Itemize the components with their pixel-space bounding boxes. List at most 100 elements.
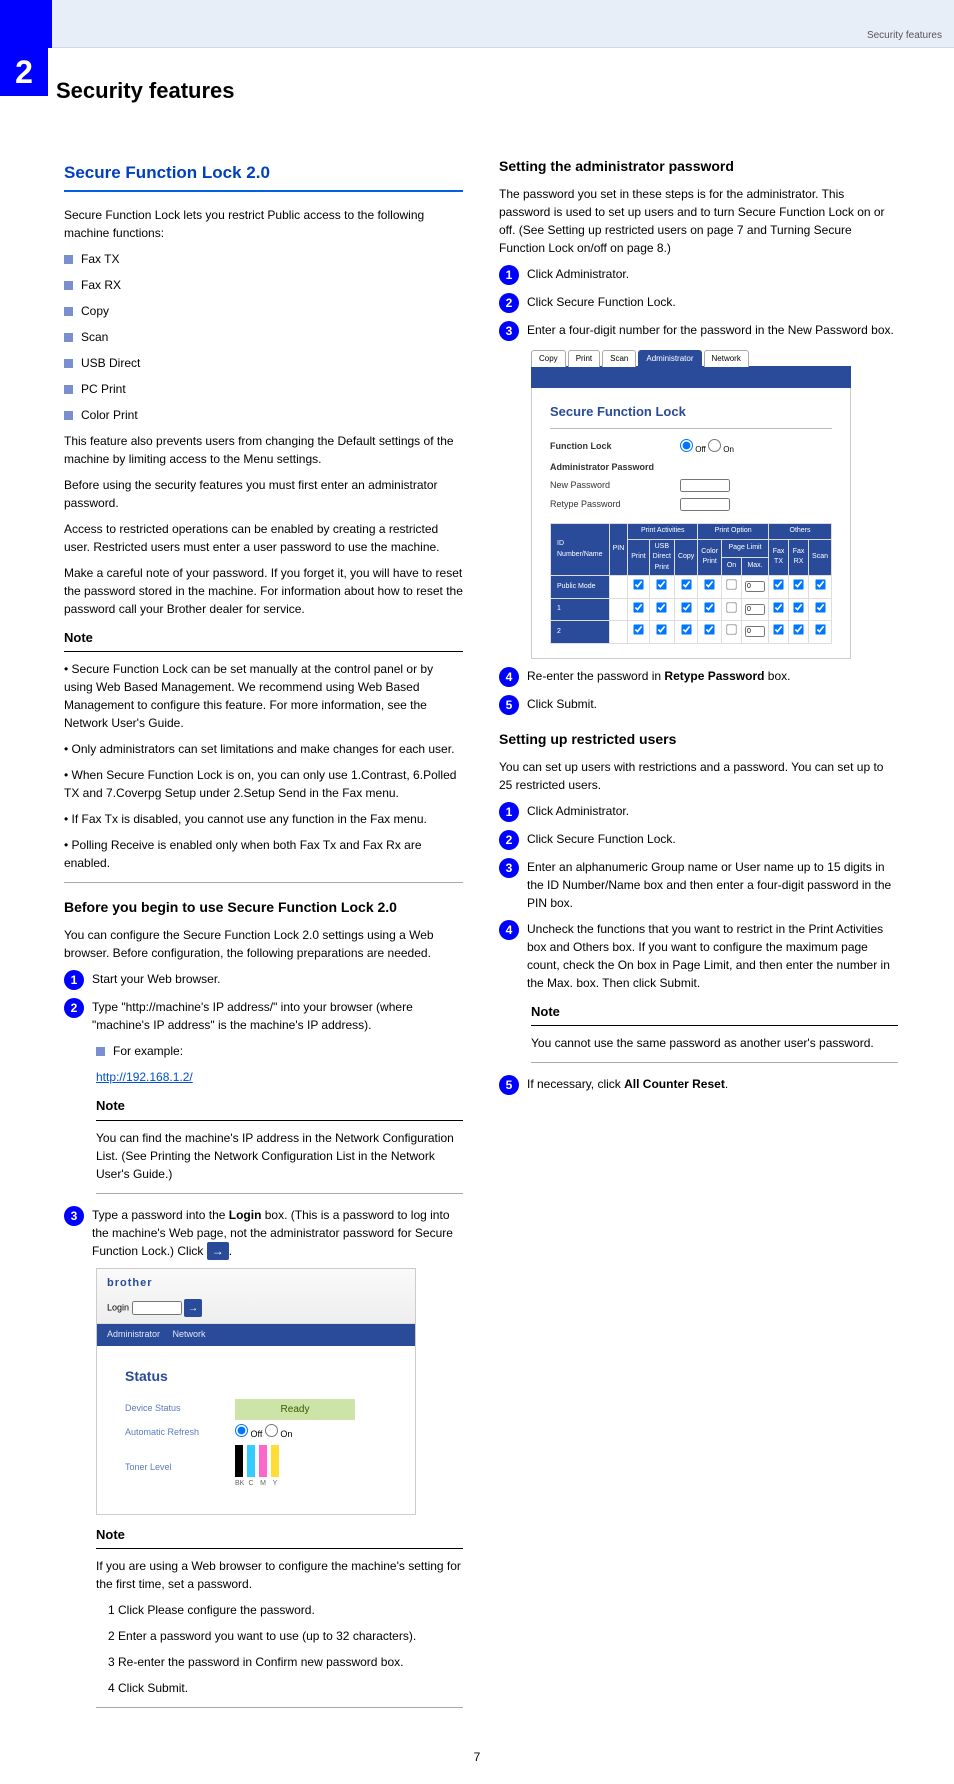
login-arrow-button[interactable]: → (184, 1299, 202, 1317)
intro-p3: Before using the security features you m… (64, 476, 463, 512)
chk-faxtx[interactable] (773, 579, 783, 589)
page-title: Security features (56, 78, 954, 104)
bullet-icon (64, 307, 73, 316)
bullet-icon (64, 385, 73, 394)
step-3: 3 Type a password into the Login box. (T… (64, 1206, 463, 1260)
note-title: Note (96, 1096, 463, 1116)
auto-refresh-off[interactable]: Off (235, 1429, 262, 1439)
sub1-intro: You can configure the Secure Function Lo… (64, 926, 463, 962)
subsection-admin-password: Setting the administrator password (499, 156, 898, 177)
device-status-value: Ready (235, 1399, 355, 1420)
th-faxrx: Fax RX (789, 539, 809, 576)
tab-scan[interactable]: Scan (602, 350, 636, 367)
step-admin-2: 2 Click Secure Function Lock. (499, 293, 898, 313)
login-label: Login (107, 1303, 129, 1313)
th-pl-on: On (722, 557, 742, 575)
note-title: Note (64, 628, 463, 648)
th-print: Print (628, 539, 649, 576)
brand-logo: brother (107, 1275, 405, 1292)
sub3-intro: You can set up users with restrictions a… (499, 758, 898, 794)
tab-network[interactable]: Network (704, 350, 749, 367)
th-usb: USB Direct Print (649, 539, 674, 576)
bullet-icon (64, 411, 73, 420)
admin-password-label: Administrator Password (550, 461, 680, 475)
th-color: Color Print (698, 539, 722, 576)
wbm-screenshot: brother Login → Administrator Network St… (96, 1268, 416, 1515)
new-password-label: New Password (550, 479, 680, 493)
device-status-label: Device Status (125, 1402, 235, 1416)
step-badge-2: 2 (64, 998, 84, 1018)
function-lock-label: Function Lock (550, 440, 680, 454)
sfl-table: ID Number/Name PIN Print Activities Prin… (550, 523, 832, 644)
step-badge-4: 4 (499, 920, 519, 940)
retype-password-label: Retype Password (550, 498, 680, 512)
tab-print[interactable]: Print (568, 350, 600, 367)
intro-p1: Secure Function Lock lets you restrict P… (64, 206, 463, 242)
chk-usb[interactable] (657, 579, 667, 589)
chk-pl-on[interactable] (726, 579, 736, 589)
toner-bars (235, 1445, 387, 1477)
bullet-icon (64, 359, 73, 368)
step-1: 1 Start your Web browser. (64, 970, 463, 990)
fl-on-radio[interactable]: On (708, 445, 734, 454)
chk-scan[interactable] (815, 579, 825, 589)
chapter-tab (0, 0, 52, 48)
subsection-before-begin: Before you begin to use Secure Function … (64, 897, 463, 918)
auto-refresh-on[interactable]: On (265, 1429, 293, 1439)
step-badge-3: 3 (499, 321, 519, 341)
nav-network[interactable]: Network (173, 1329, 206, 1339)
step-badge-3: 3 (64, 1206, 84, 1226)
header-right-text: Security features (867, 30, 942, 41)
pl-max-input[interactable] (745, 581, 765, 592)
tab-copy[interactable]: Copy (531, 350, 566, 367)
step-admin-5: 5 Click Submit. (499, 695, 898, 715)
th-faxtx: Fax TX (769, 539, 789, 576)
step-badge-4: 4 (499, 667, 519, 687)
sub2-intro: The password you set in these steps is f… (499, 185, 898, 257)
page-number: 7 (0, 1750, 954, 1764)
step-admin-4: 4 Re-enter the password in Retype Passwo… (499, 667, 898, 687)
step-badge-1: 1 (64, 970, 84, 990)
chk-color[interactable] (704, 579, 714, 589)
step-badge-2: 2 (499, 293, 519, 313)
note-title: Note (96, 1525, 463, 1545)
sfl-title: Secure Function Lock (550, 402, 832, 429)
table-row: 2 (551, 621, 832, 644)
section-sfl: Secure Function Lock 2.0 (64, 160, 463, 192)
bullet-icon (96, 1047, 105, 1056)
step-badge-2: 2 (499, 830, 519, 850)
tab-administrator[interactable]: Administrator (638, 350, 701, 367)
page-header: Security features (52, 0, 954, 48)
step-ru-1: 1 Click Administrator. (499, 802, 898, 822)
step-badge-1: 1 (499, 802, 519, 822)
bullet-icon (64, 333, 73, 342)
intro-p5: Make a careful note of your password. If… (64, 564, 463, 618)
step-ru-2: 2 Click Secure Function Lock. (499, 830, 898, 850)
example-url-link[interactable]: http://192.168.1.2/ (96, 1070, 193, 1084)
fl-off-radio[interactable]: Off (680, 445, 706, 454)
th-print-option: Print Option (698, 524, 769, 540)
toner-level-label: Toner Level (125, 1461, 235, 1475)
chk-copy[interactable] (681, 579, 691, 589)
step-badge-5: 5 (499, 1075, 519, 1095)
th-pin: PIN (609, 524, 628, 576)
chk-faxrx[interactable] (793, 579, 803, 589)
step-ru-4: 4 Uncheck the functions that you want to… (499, 920, 898, 992)
sfl-screenshot: Copy Print Scan Administrator Network Se… (531, 349, 851, 659)
table-row-public: Public Mode (551, 576, 832, 599)
subsection-restricted-users: Setting up restricted users (499, 729, 898, 750)
th-copy: Copy (674, 539, 697, 576)
step-ru-5: 5 If necessary, click All Counter Reset. (499, 1075, 898, 1095)
new-password-input[interactable] (680, 479, 730, 492)
step-badge-5: 5 (499, 695, 519, 715)
step-admin-3: 3 Enter a four-digit number for the pass… (499, 321, 898, 341)
function-list: Fax TX Fax RX Copy Scan USB Direct PC Pr… (64, 250, 463, 424)
retype-password-input[interactable] (680, 498, 730, 511)
login-input[interactable] (132, 1301, 182, 1315)
chk-print[interactable] (633, 579, 643, 589)
status-title: Status (125, 1366, 387, 1387)
th-print-activities: Print Activities (628, 524, 698, 540)
intro-p4: Access to restricted operations can be e… (64, 520, 463, 556)
step-badge-3: 3 (499, 858, 519, 878)
nav-administrator[interactable]: Administrator (107, 1329, 160, 1339)
